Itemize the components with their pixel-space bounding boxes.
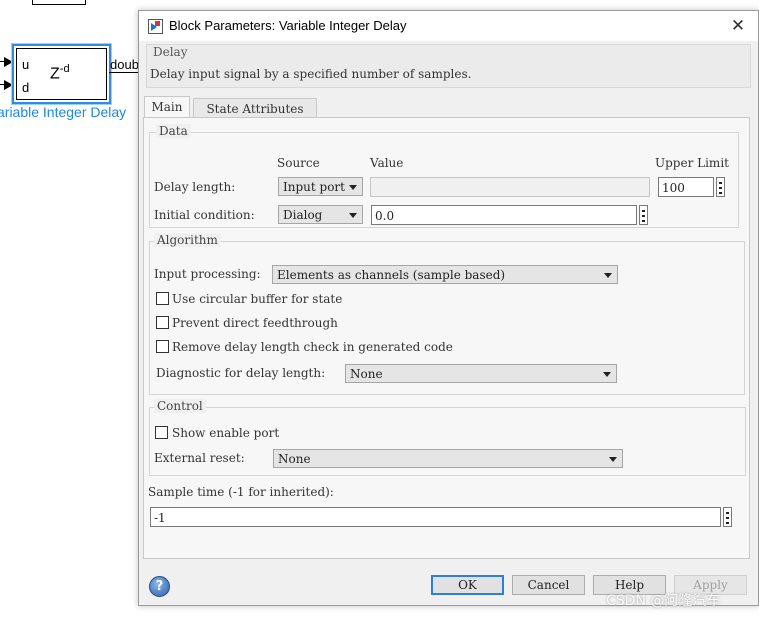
output-line	[109, 72, 139, 73]
initial-condition-label: Initial condition:	[154, 208, 255, 222]
delay-length-label: Delay length:	[154, 180, 236, 194]
value-column-header: Value	[370, 156, 404, 170]
sample-time-label: Sample time (-1 for inherited):	[148, 485, 334, 499]
tab-state-attributes[interactable]: State Attributes	[193, 98, 317, 119]
circular-buffer-label: Use circular buffer for state	[172, 292, 343, 306]
watermark-text: CSDN @阿隆汽车	[606, 593, 721, 609]
initial-condition-more-icon[interactable]	[639, 205, 648, 225]
input-processing-select[interactable]: Elements as channels (sample based)	[272, 265, 618, 284]
source-column-header: Source	[277, 156, 320, 170]
circular-buffer-checkbox[interactable]	[156, 292, 169, 305]
block-body: u d Z-d	[16, 48, 107, 100]
external-reset-select[interactable]: None	[273, 449, 623, 468]
chevron-down-icon	[603, 372, 611, 377]
initial-condition-source-select[interactable]: Dialog	[278, 205, 363, 224]
block-z-text: Z	[50, 65, 60, 83]
main-tab-panel: Data Source Value Upper Limit Delay leng…	[143, 117, 750, 559]
help-icon[interactable]: ?	[149, 576, 170, 597]
chevron-down-icon	[349, 213, 357, 218]
input-line-d	[0, 84, 6, 85]
ok-button[interactable]: OK	[431, 575, 504, 595]
data-group-title: Data	[156, 124, 191, 138]
remove-delay-check-label: Remove delay length check in generated c…	[172, 340, 453, 354]
block-z-exponent: -d	[59, 63, 70, 75]
initial-condition-value-field[interactable]: 0.0	[371, 205, 637, 225]
cancel-button[interactable]: Cancel	[512, 575, 585, 595]
dialog-titlebar[interactable]: Block Parameters: Variable Integer Delay…	[139, 11, 758, 41]
dialog-title: Block Parameters: Variable Integer Delay	[169, 18, 407, 33]
chevron-down-icon	[604, 273, 612, 278]
remove-delay-check-checkbox[interactable]	[156, 340, 169, 353]
port-d-label: d	[22, 80, 30, 95]
control-group-title: Control	[154, 399, 206, 413]
delay-length-source-value: Input port	[283, 180, 345, 194]
block-name-label[interactable]: ariable Integer Delay	[0, 104, 126, 120]
sample-time-more-icon[interactable]	[723, 507, 732, 527]
input-processing-value: Elements as channels (sample based)	[277, 268, 506, 282]
delay-length-source-select[interactable]: Input port	[278, 177, 363, 196]
simulink-block-icon	[148, 19, 163, 34]
external-reset-label: External reset:	[154, 451, 245, 465]
diagnostic-label: Diagnostic for delay length:	[156, 366, 326, 380]
show-enable-port-label: Show enable port	[172, 426, 280, 440]
sample-time-field[interactable]: -1	[150, 507, 721, 527]
port-u-label: u	[22, 57, 30, 72]
diagnostic-value: None	[350, 367, 383, 381]
show-enable-port-checkbox[interactable]	[155, 426, 168, 439]
input-processing-label: Input processing:	[154, 267, 261, 281]
description-group: Delay Delay input signal by a specified …	[146, 44, 751, 88]
tab-main[interactable]: Main	[144, 96, 190, 119]
chevron-down-icon	[609, 457, 617, 462]
close-icon[interactable]: ✕	[725, 13, 751, 39]
delay-length-value-field	[370, 177, 650, 197]
variable-integer-delay-block[interactable]: u d Z-d	[12, 44, 111, 104]
block-transfer-label: Z-d	[50, 63, 70, 83]
upstream-block-edge	[32, 0, 86, 5]
upper-limit-more-icon[interactable]	[716, 177, 725, 197]
output-signal-label: doub	[110, 57, 139, 72]
initial-condition-source-value: Dialog	[283, 208, 323, 222]
block-parameters-dialog: Block Parameters: Variable Integer Delay…	[138, 10, 759, 606]
chevron-down-icon	[349, 185, 357, 190]
algorithm-group-title: Algorithm	[154, 233, 221, 247]
external-reset-value: None	[278, 452, 311, 466]
description-text: Delay input signal by a specified number…	[150, 67, 472, 81]
prevent-feedthrough-label: Prevent direct feedthrough	[172, 316, 338, 330]
description-group-title: Delay	[153, 45, 188, 59]
upper-limit-column-header: Upper Limit	[655, 156, 729, 170]
input-line-u	[0, 61, 6, 62]
upper-limit-field[interactable]: 100	[658, 177, 714, 197]
diagnostic-select[interactable]: None	[345, 364, 617, 383]
prevent-feedthrough-checkbox[interactable]	[156, 316, 169, 329]
